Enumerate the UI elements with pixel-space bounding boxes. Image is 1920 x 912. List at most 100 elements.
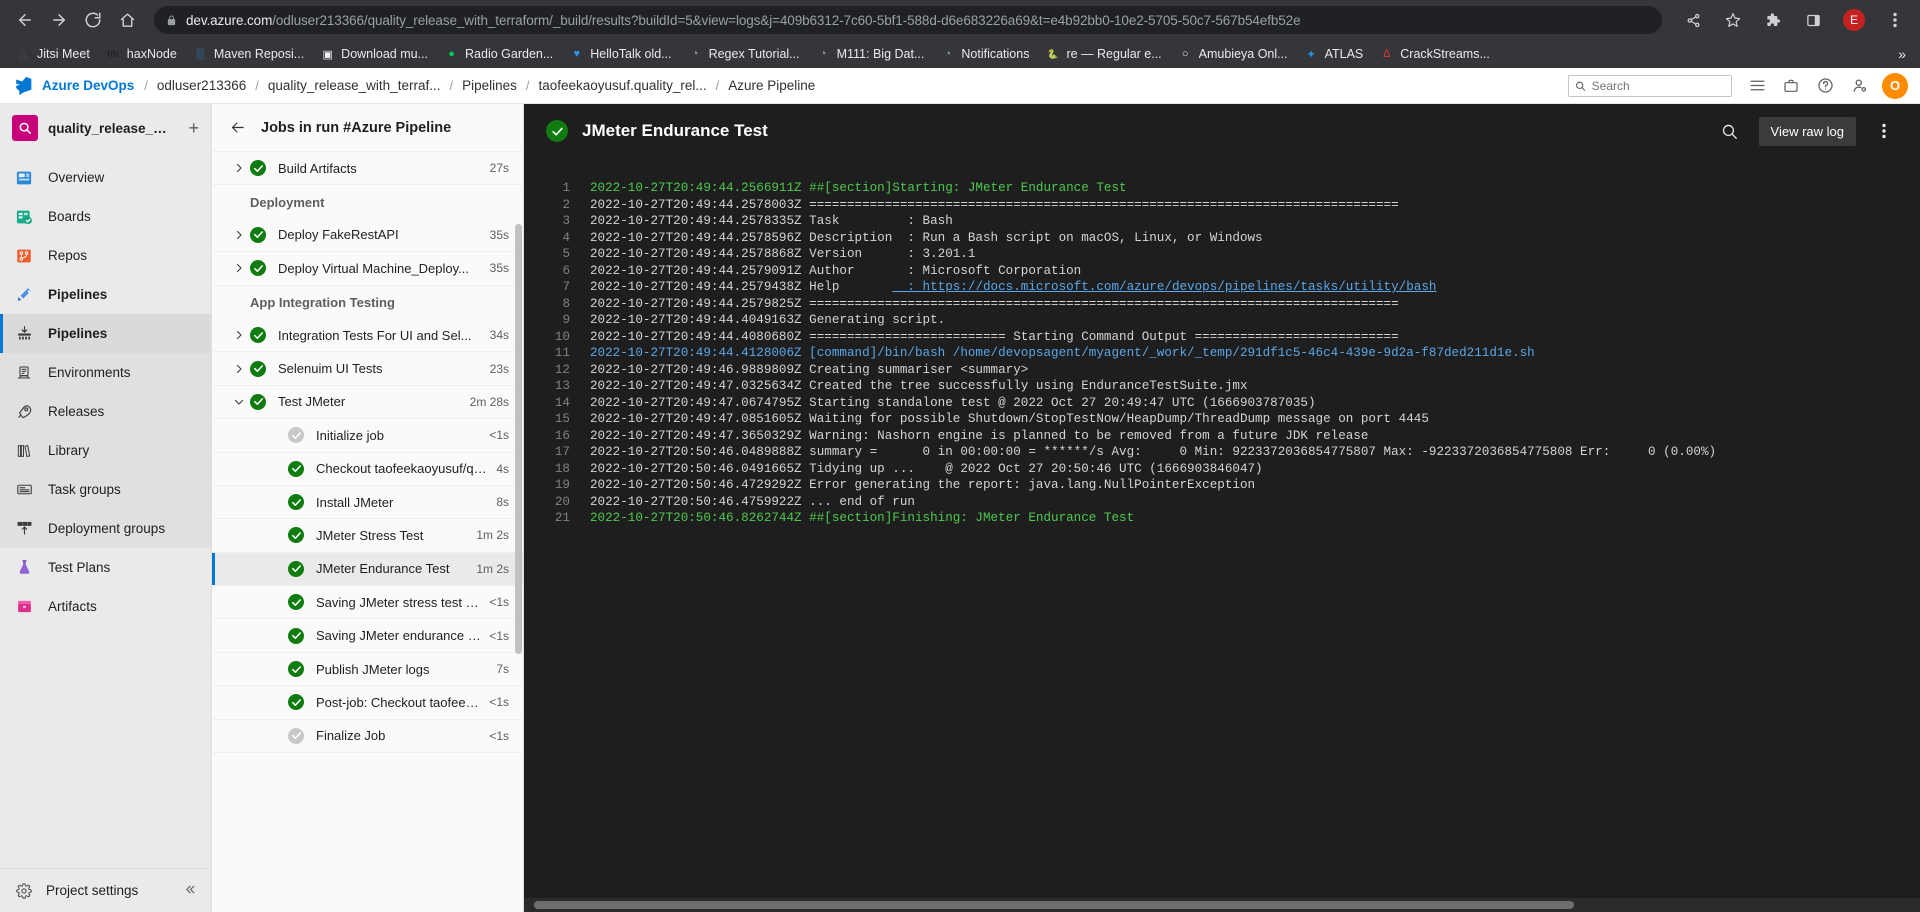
bookmark-item[interactable]: ◔ M111: Big Dat...	[808, 44, 933, 65]
breadcrumb-item[interactable]: taofeekaoyusuf.quality_rel...	[532, 78, 714, 93]
search-icon[interactable]	[1715, 116, 1745, 146]
job-row[interactable]: Deploy Virtual Machine_Deploy... 35s	[212, 252, 523, 286]
bookmark-item[interactable]: ✦ ATLAS	[1296, 44, 1372, 65]
task-row[interactable]: Finalize Job <1s	[212, 720, 523, 754]
chrome-profile-avatar[interactable]: E	[1843, 9, 1865, 31]
log-link[interactable]: : https://docs.microsoft.com/azure/devop…	[892, 280, 1436, 294]
azure-devops-brand[interactable]: Azure DevOps	[38, 78, 142, 93]
sidebar-item-pipelines[interactable]: Pipelines	[0, 314, 211, 353]
bookmark-item[interactable]: Δ CrackStreams...	[1371, 44, 1498, 65]
task-row[interactable]: Install JMeter 8s	[212, 486, 523, 520]
task-row[interactable]: Post-job: Checkout taofeeka... <1s	[212, 686, 523, 720]
log-line: 21 2022-10-27T20:50:46.8262744Z ##[sectio…	[524, 510, 1920, 527]
back-button[interactable]	[10, 5, 40, 35]
collapse-icon[interactable]	[178, 879, 201, 903]
sidebar-item-library[interactable]: Library	[0, 431, 211, 470]
bookmark-item[interactable]: ○ Amubieya Onl...	[1170, 44, 1296, 65]
extensions-icon[interactable]	[1758, 5, 1788, 35]
job-row[interactable]: Deploy FakeRestAPI 35s	[212, 219, 523, 253]
log-line: 18 2022-10-27T20:50:46.0491665Z Tidying u…	[524, 461, 1920, 478]
job-name: Publish JMeter logs	[316, 661, 430, 677]
jobs-scrollbar[interactable]	[515, 152, 522, 912]
sidebar-item-deployment-groups[interactable]: Deployment groups	[0, 509, 211, 548]
job-row[interactable]: Build Artifacts 27s	[212, 152, 523, 186]
sidebar-item-releases[interactable]: Releases	[0, 392, 211, 431]
bookmarks-overflow-button[interactable]: »	[1892, 44, 1912, 64]
url-host: dev.azure.com	[186, 12, 273, 28]
bookmark-item[interactable]: hN haxNode	[98, 44, 185, 65]
bookmark-item[interactable]: ♥ HelloTalk old...	[561, 44, 679, 65]
job-group-header: App Integration Testing	[250, 294, 395, 310]
breadcrumb-item[interactable]: Azure Pipeline	[721, 78, 822, 93]
chevron-right-icon[interactable]	[228, 329, 250, 341]
chevron-right-icon[interactable]	[228, 262, 250, 274]
bookmark-item[interactable]: ◔ Regex Tutorial...	[680, 44, 808, 65]
task-row[interactable]: Checkout taofeekaoyusuf/qual... 4s	[212, 453, 523, 486]
sidepanel-icon[interactable]	[1798, 5, 1828, 35]
add-button[interactable]: +	[184, 118, 203, 139]
chevron-right-icon[interactable]	[228, 363, 250, 375]
share-icon[interactable]	[1678, 5, 1708, 35]
sidebar-item-repos[interactable]: Repos	[0, 236, 211, 275]
job-row[interactable]: Test JMeter 2m 28s	[212, 386, 523, 420]
omnibox-actions: E	[1678, 5, 1910, 35]
task-row[interactable]: Publish JMeter logs 7s	[212, 653, 523, 687]
log-line-number: 6	[562, 263, 570, 278]
back-arrow-icon[interactable]	[228, 120, 247, 135]
bookmark-item[interactable]: 🐍 re — Regular e...	[1037, 44, 1169, 65]
task-row[interactable]: JMeter Stress Test 1m 2s	[212, 519, 523, 553]
job-group-header: Deployment	[250, 194, 325, 210]
status-succeeded-icon	[288, 560, 304, 577]
chevron-down-icon[interactable]	[228, 396, 250, 408]
sidebar-item-artifacts[interactable]: Artifacts	[0, 587, 211, 626]
sidebar-item-overview[interactable]: Overview	[0, 158, 211, 197]
sidebar-item-label: Deployment groups	[48, 521, 166, 536]
chrome-menu-icon[interactable]	[1880, 5, 1910, 35]
user-settings-icon[interactable]	[1842, 69, 1876, 103]
avatar[interactable]: O	[1882, 72, 1908, 99]
bookmark-item[interactable]: ◔ Notifications	[932, 44, 1037, 65]
forward-button[interactable]	[44, 5, 74, 35]
bookmark-item[interactable]: ▒ Maven Reposi...	[185, 44, 312, 65]
chevron-right-icon[interactable]	[228, 162, 250, 174]
sidebar-item-boards[interactable]: Boards	[0, 197, 211, 236]
view-raw-log-button[interactable]: View raw log	[1758, 116, 1856, 146]
header-search-box[interactable]	[1568, 74, 1732, 97]
search-input[interactable]	[1591, 78, 1725, 93]
bookmark-label: Amubieya Onl...	[1198, 47, 1288, 61]
address-bar[interactable]: dev.azure.com/odluser213366/quality_rele…	[154, 6, 1662, 34]
log-content[interactable]: 1 2022-10-27T20:49:44.2566911Z ##[section…	[524, 158, 1920, 912]
task-row[interactable]: Initialize job <1s	[212, 419, 523, 453]
log-line: 8 2022-10-27T20:49:44.2579825Z ==========…	[524, 296, 1920, 313]
jobs-list[interactable]: Build Artifacts 27s Deployment Deploy FakeR…	[212, 152, 523, 912]
project-settings-item[interactable]: Project settings	[0, 868, 211, 912]
status-succeeded-icon	[288, 694, 304, 711]
reload-button[interactable]	[78, 5, 108, 35]
project-header[interactable]: quality_release_with_t... +	[0, 104, 211, 152]
job-row[interactable]: Selenuim UI Tests 23s	[212, 352, 523, 386]
task-row[interactable]: JMeter Endurance Test 1m 2s	[212, 552, 523, 587]
sidebar-item-test-plans[interactable]: Test Plans	[0, 548, 211, 587]
bookmark-item[interactable]: ● Radio Garden...	[436, 44, 561, 65]
home-button[interactable]	[112, 5, 142, 35]
help-icon[interactable]	[1808, 69, 1842, 103]
breadcrumb-item[interactable]: quality_release_with_terraf...	[261, 78, 448, 93]
bookmark-item[interactable]: ▣ Download mu...	[312, 44, 436, 65]
briefcase-icon[interactable]	[1774, 69, 1808, 103]
bookmark-star-icon[interactable]	[1718, 5, 1748, 35]
sidebar-item-pipelines[interactable]: Pipelines	[0, 275, 211, 314]
task-row[interactable]: Saving JMeter stress test rep... <1s	[212, 586, 523, 620]
log-line-number: 9	[562, 313, 570, 327]
bookmark-item[interactable]: △ Jitsi Meet	[8, 44, 98, 65]
chevron-right-icon[interactable]	[228, 229, 250, 241]
log-horizontal-scrollbar[interactable]	[524, 898, 1920, 912]
more-vertical-icon[interactable]	[1870, 116, 1898, 146]
azure-devops-logo-icon	[10, 72, 38, 100]
breadcrumb-item[interactable]: odluser213366	[150, 78, 253, 93]
sidebar-item-environments[interactable]: Environments	[0, 353, 211, 392]
breadcrumb-item[interactable]: Pipelines	[455, 78, 524, 93]
sidebar-item-task-groups[interactable]: Task groups	[0, 470, 211, 509]
job-row[interactable]: Integration Tests For UI and Sel... 34s	[212, 319, 523, 353]
task-row[interactable]: Saving JMeter endurance tes... <1s	[212, 619, 523, 653]
list-icon[interactable]	[1740, 69, 1774, 103]
